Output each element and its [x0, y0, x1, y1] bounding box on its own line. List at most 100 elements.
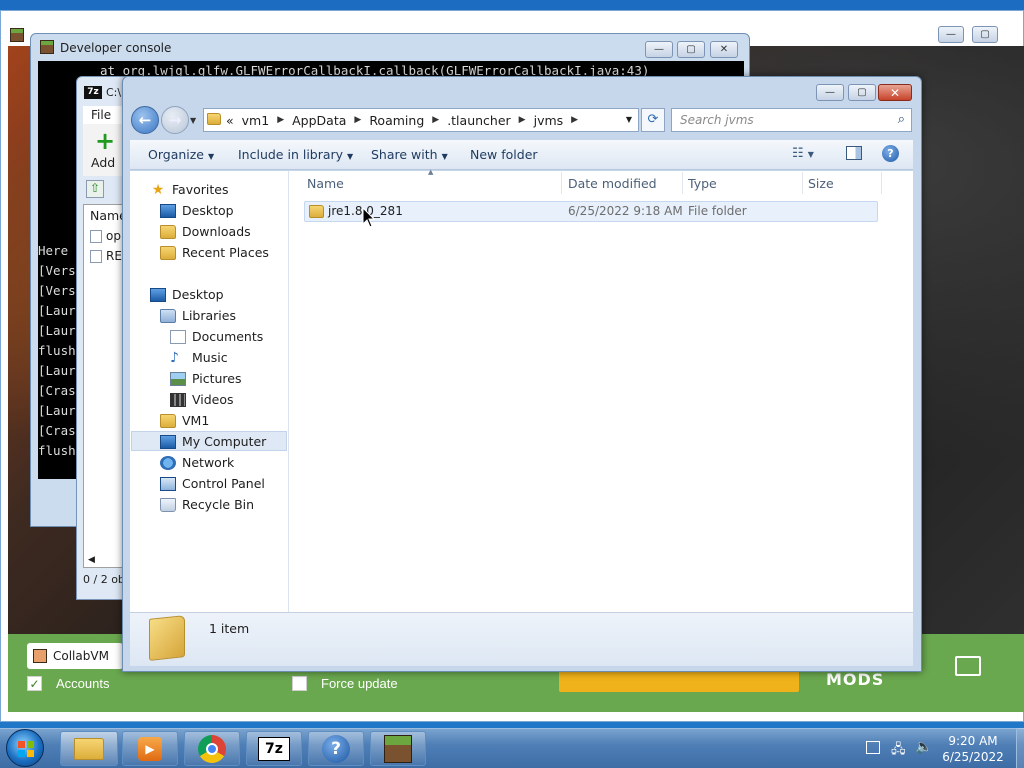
- column-divider[interactable]: [881, 172, 882, 194]
- nav-item-network[interactable]: Network: [160, 455, 234, 470]
- accounts-checkbox[interactable]: ✓: [27, 676, 42, 691]
- search-icon[interactable]: ⌕: [898, 112, 905, 127]
- refresh-button[interactable]: ⟳: [641, 108, 665, 132]
- close-button[interactable]: ✕: [878, 84, 912, 101]
- minimize-button[interactable]: —: [816, 84, 844, 101]
- clock-date: 6/25/2022: [942, 750, 1004, 764]
- nav-item-control-panel[interactable]: Control Panel: [160, 476, 265, 491]
- address-dropdown-icon[interactable]: ▼: [626, 115, 632, 124]
- breadcrumb-separator-icon[interactable]: ▶: [354, 115, 361, 125]
- 7zip-icon: 7z: [258, 736, 290, 761]
- computer-icon: [160, 434, 176, 449]
- taskbar-7zip[interactable]: 7z: [246, 731, 302, 766]
- close-button[interactable]: ✕: [710, 41, 738, 58]
- nav-favorites[interactable]: ★ Favorites: [150, 182, 229, 197]
- column-divider[interactable]: [561, 172, 562, 194]
- force-update-toggle[interactable]: Force update: [292, 676, 398, 691]
- help-icon: ?: [322, 734, 350, 763]
- menu-file[interactable]: File: [91, 108, 111, 122]
- column-header-size[interactable]: Size: [808, 176, 834, 191]
- column-divider[interactable]: [802, 172, 803, 194]
- taskbar-media-player[interactable]: ▶: [122, 731, 178, 766]
- organize-menu[interactable]: Organize ▼: [148, 147, 214, 162]
- maximize-button[interactable]: ▢: [848, 84, 876, 101]
- breadcrumb-separator-icon[interactable]: ▶: [432, 115, 439, 125]
- taskbar-chrome[interactable]: [184, 731, 240, 766]
- force-update-checkbox[interactable]: [292, 676, 307, 691]
- recent-pages-chevron-icon[interactable]: ▼: [190, 116, 196, 125]
- breadcrumb-separator-icon[interactable]: ▶: [519, 115, 526, 125]
- nav-label: My Computer: [182, 434, 267, 449]
- nav-item-recent-places[interactable]: Recent Places: [160, 245, 269, 260]
- breadcrumb-item[interactable]: vm1: [242, 113, 270, 128]
- add-button-label[interactable]: Add: [91, 155, 115, 170]
- nav-item-documents[interactable]: Documents: [170, 329, 263, 344]
- scroll-left-icon[interactable]: ◀: [88, 555, 95, 565]
- nav-desktop[interactable]: Desktop: [150, 287, 224, 302]
- folder-icon: [149, 615, 185, 661]
- accounts-toggle[interactable]: ✓ Accounts: [27, 676, 109, 691]
- console-app-icon: [40, 40, 54, 54]
- nav-item-recycle-bin[interactable]: Recycle Bin: [160, 497, 254, 512]
- volume-icon[interactable]: 🔈: [915, 739, 932, 755]
- breadcrumb-item[interactable]: .tlauncher: [447, 113, 510, 128]
- add-icon[interactable]: +: [95, 129, 115, 153]
- account-selector[interactable]: CollabVM: [27, 643, 123, 669]
- folder-up-icon[interactable]: ⇧: [86, 180, 104, 198]
- sort-arrow-icon: ▲: [428, 168, 434, 176]
- nav-item-vm1[interactable]: VM1: [160, 413, 209, 428]
- documents-icon: [170, 329, 186, 344]
- start-button[interactable]: [6, 729, 44, 767]
- include-in-library-menu[interactable]: Include in library ▼: [238, 147, 353, 162]
- minimize-button[interactable]: —: [938, 26, 964, 43]
- column-divider[interactable]: [682, 172, 683, 194]
- nav-label: Music: [192, 350, 228, 365]
- breadcrumb-separator-icon[interactable]: ▶: [277, 115, 284, 125]
- action-center-icon[interactable]: [866, 741, 880, 754]
- mods-logo[interactable]: MODS: [826, 670, 884, 689]
- pictures-icon: [170, 371, 186, 386]
- nav-label: Pictures: [192, 371, 242, 386]
- nav-item-my-computer[interactable]: My Computer: [160, 434, 266, 449]
- nav-libraries[interactable]: Libraries: [160, 308, 236, 323]
- search-input[interactable]: Search jvms ⌕: [671, 108, 912, 132]
- breadcrumb-item[interactable]: AppData: [292, 113, 346, 128]
- media-player-icon: ▶: [138, 736, 162, 761]
- minimize-button[interactable]: —: [645, 41, 673, 58]
- taskbar-minecraft[interactable]: [370, 731, 426, 766]
- preview-pane-icon[interactable]: [846, 146, 862, 160]
- nav-item-videos[interactable]: Videos: [170, 392, 234, 407]
- taskbar-explorer[interactable]: [60, 731, 118, 766]
- show-desktop-button[interactable]: [1016, 728, 1024, 768]
- column-header-name[interactable]: Name: [307, 176, 344, 191]
- file-list-pane[interactable]: [289, 171, 913, 612]
- view-options-icon[interactable]: ☷ ▼: [792, 146, 814, 161]
- folder-icon[interactable]: [955, 656, 981, 676]
- breadcrumb-item[interactable]: jvms: [534, 113, 564, 128]
- address-bar[interactable]: « vm1 ▶ AppData ▶ Roaming ▶ .tlauncher ▶…: [203, 108, 639, 132]
- nav-item-music[interactable]: ♪ Music: [170, 350, 228, 365]
- maximize-button[interactable]: ▢: [677, 41, 705, 58]
- minecraft-icon: [384, 734, 412, 763]
- share-with-menu[interactable]: Share with ▼: [371, 147, 448, 162]
- help-icon[interactable]: ?: [882, 145, 899, 162]
- column-header-date-modified[interactable]: Date modified: [568, 176, 657, 191]
- new-folder-button[interactable]: New folder: [470, 147, 538, 162]
- breadcrumb-item[interactable]: Roaming: [369, 113, 424, 128]
- list-item[interactable]: op: [90, 229, 121, 243]
- nav-item-desktop[interactable]: Desktop: [160, 203, 234, 218]
- chevron-down-icon: ▼: [207, 152, 215, 161]
- file-name: op: [106, 229, 121, 243]
- column-header-type[interactable]: Type: [688, 176, 717, 191]
- breadcrumb-separator-icon[interactable]: ▶: [571, 115, 578, 125]
- taskbar-help[interactable]: ?: [308, 731, 364, 766]
- nav-item-downloads[interactable]: Downloads: [160, 224, 251, 239]
- user-folder-icon: [160, 413, 176, 428]
- back-button[interactable]: ←: [131, 106, 159, 134]
- nav-item-pictures[interactable]: Pictures: [170, 371, 242, 386]
- forward-button[interactable]: →: [161, 106, 189, 134]
- taskbar-clock[interactable]: 9:20 AM 6/25/2022: [936, 733, 1010, 765]
- maximize-button[interactable]: ▢: [972, 26, 998, 43]
- network-status-icon[interactable]: 🖧: [891, 740, 906, 762]
- breadcrumb-overflow[interactable]: «: [226, 113, 234, 128]
